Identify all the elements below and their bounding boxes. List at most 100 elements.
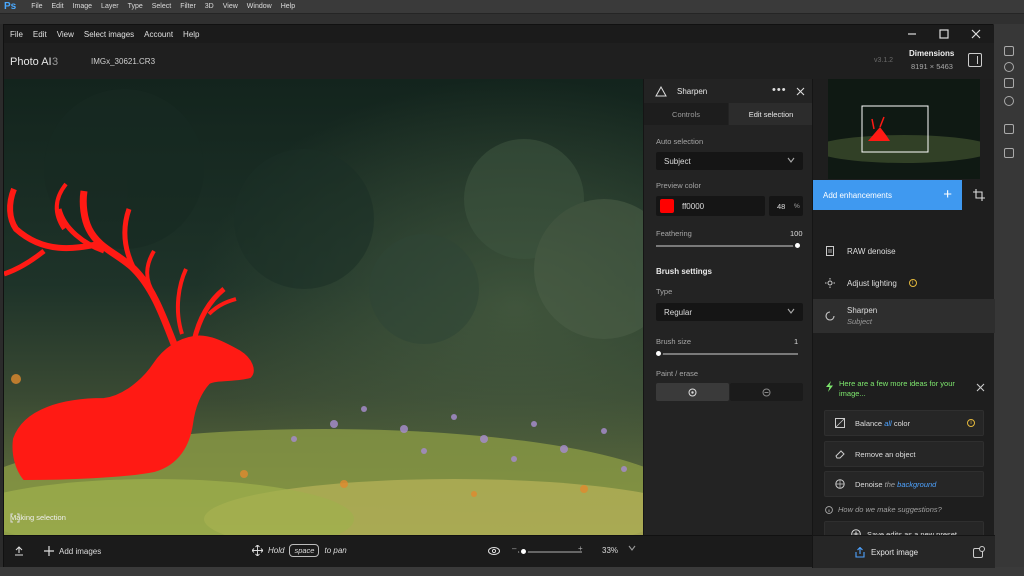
color-swatch[interactable] [660, 199, 674, 213]
ps-menu-3d[interactable]: 3D [205, 3, 214, 10]
ps-menu-select[interactable]: Select [152, 3, 171, 10]
app-header: Photo AI 3 IMGx_30621.CR3 v3.1.2 Dimensi… [4, 43, 994, 79]
balance-icon [835, 418, 845, 428]
chevron-down-icon [787, 307, 795, 317]
zoom-chevron-down-icon[interactable] [628, 544, 636, 552]
info-icon [825, 505, 833, 514]
menu-view[interactable]: View [57, 30, 74, 39]
ps-menu-image[interactable]: Image [73, 3, 92, 10]
add-images-button[interactable]: Add images [44, 546, 101, 556]
minimize-icon[interactable] [896, 25, 928, 43]
export-settings-icon[interactable] [973, 546, 985, 558]
ps-menu-help[interactable]: Help [281, 3, 295, 10]
preview-color-field[interactable]: ff0000 [656, 196, 765, 216]
idea-balance-word: Balance [855, 418, 883, 428]
eye-icon[interactable] [488, 546, 500, 556]
brush-size-value: 1 [794, 337, 799, 346]
auto-selection-dropdown[interactable]: Subject [656, 152, 803, 170]
auto-selection-label: Auto selection [656, 137, 704, 146]
crop-icon [972, 189, 985, 201]
brush-size-slider[interactable] [656, 353, 798, 355]
enhancement-sharpen[interactable]: Sharpen Subject [813, 299, 995, 333]
ps-menu-edit[interactable]: Edit [52, 3, 64, 10]
bottom-toolbar: Add images Hold space to pan – + 33% [4, 535, 812, 567]
enhancement-label: RAW denoise [847, 246, 896, 256]
how-suggestions-link[interactable]: How do we make suggestions? [825, 505, 942, 514]
idea-balance-text: Balance all color [855, 419, 910, 428]
export-icon [855, 547, 865, 558]
denoise-icon [835, 479, 845, 489]
ps-menu-window[interactable]: Window [247, 3, 272, 10]
adjust-icon[interactable] [1004, 62, 1014, 72]
close-ideas-icon[interactable] [976, 383, 985, 392]
panel-title: Sharpen [677, 87, 708, 96]
zoom-in-icon[interactable]: + [578, 544, 583, 553]
menu-edit[interactable]: Edit [33, 30, 47, 39]
ps-menu-layer[interactable]: Layer [101, 3, 119, 10]
warning-info-icon[interactable]: i [967, 419, 975, 427]
ps-menu-type[interactable]: Type [128, 3, 143, 10]
libraries-icon[interactable] [1004, 78, 1014, 88]
idea-denoise-background[interactable]: Denoise the background [824, 471, 984, 497]
navigator-thumbnail[interactable] [828, 79, 980, 179]
triangle-icon [655, 86, 667, 97]
export-image-button[interactable]: Export image [855, 547, 918, 558]
add-enhancements-label: Add enhancements [823, 190, 892, 200]
tab-controls[interactable]: Controls [644, 103, 728, 125]
zoom-out-icon[interactable]: – [512, 544, 516, 553]
upload-icon[interactable] [14, 546, 24, 556]
chevron-down-icon [787, 156, 795, 166]
zoom-value[interactable]: 33% [602, 546, 618, 555]
pan-hint: Hold space to pan [252, 544, 347, 557]
version-label: v3.1.2 [874, 57, 894, 64]
panel-toggle-icon[interactable] [968, 53, 982, 67]
panel-tabs: Controls Edit selection [644, 103, 813, 125]
eraser-icon [835, 450, 845, 459]
maximize-icon[interactable] [928, 25, 960, 43]
brush-type-dropdown[interactable]: Regular [656, 303, 803, 321]
paint-button[interactable] [656, 383, 729, 401]
enhancement-raw-denoise[interactable]: RAW denoise [813, 235, 995, 267]
idea-balance-all: all [884, 418, 892, 428]
feathering-slider[interactable] [656, 245, 798, 247]
tab-edit-selection[interactable]: Edit selection [729, 103, 813, 125]
more-options-icon[interactable]: ••• [772, 84, 787, 96]
warning-info-icon[interactable]: i [908, 279, 917, 287]
opacity-value: 48 [777, 202, 786, 211]
crop-button[interactable] [962, 180, 995, 210]
paint-erase-label: Paint / erase [656, 369, 699, 378]
properties-icon[interactable] [1004, 124, 1014, 134]
menu-file[interactable]: File [10, 30, 23, 39]
ideas-text: Here are a few more ideas for your image… [839, 379, 955, 398]
brush-icon [688, 388, 697, 396]
idea-balance-color[interactable]: Balance all color i [824, 410, 984, 436]
idea-remove-object[interactable]: Remove an object [824, 441, 984, 467]
close-panel-icon[interactable] [796, 87, 805, 96]
enhancement-adjust-lighting[interactable]: Adjust lighting i [813, 267, 995, 299]
menu-select-images[interactable]: Select images [84, 30, 134, 39]
ps-menu-file[interactable]: File [31, 3, 42, 10]
brush-size-slider-thumb[interactable] [654, 349, 663, 358]
ps-menu-filter[interactable]: Filter [180, 3, 196, 10]
menu-account[interactable]: Account [144, 30, 173, 39]
app-menubar: File Edit View Select images Account Hel… [4, 25, 994, 43]
lightning-icon [826, 381, 833, 392]
zoom-slider-thumb[interactable] [519, 547, 529, 556]
enhancement-sub: Subject [847, 317, 873, 326]
photoshop-logo: Ps [4, 1, 17, 12]
menu-help[interactable]: Help [183, 30, 199, 39]
idea-remove-label: Remove an object [855, 449, 916, 459]
erase-button[interactable] [730, 383, 803, 401]
idea-denoise-word: Denoise [855, 479, 883, 489]
photo-canvas[interactable]: Making selection [4, 79, 643, 535]
ps-menu-view[interactable]: View [223, 3, 238, 10]
photoshop-right-toolbar [993, 24, 1024, 576]
history-icon[interactable] [1004, 96, 1014, 106]
opacity-field[interactable]: 48 % [769, 196, 803, 216]
feathering-slider-thumb[interactable] [793, 241, 802, 250]
close-window-icon[interactable] [960, 25, 992, 43]
layers-icon[interactable] [1004, 46, 1014, 56]
add-enhancements-button[interactable]: Add enhancements + [813, 180, 962, 210]
channels-icon[interactable] [1004, 148, 1014, 158]
ideas-section: Here are a few more ideas for your image… [821, 377, 987, 407]
